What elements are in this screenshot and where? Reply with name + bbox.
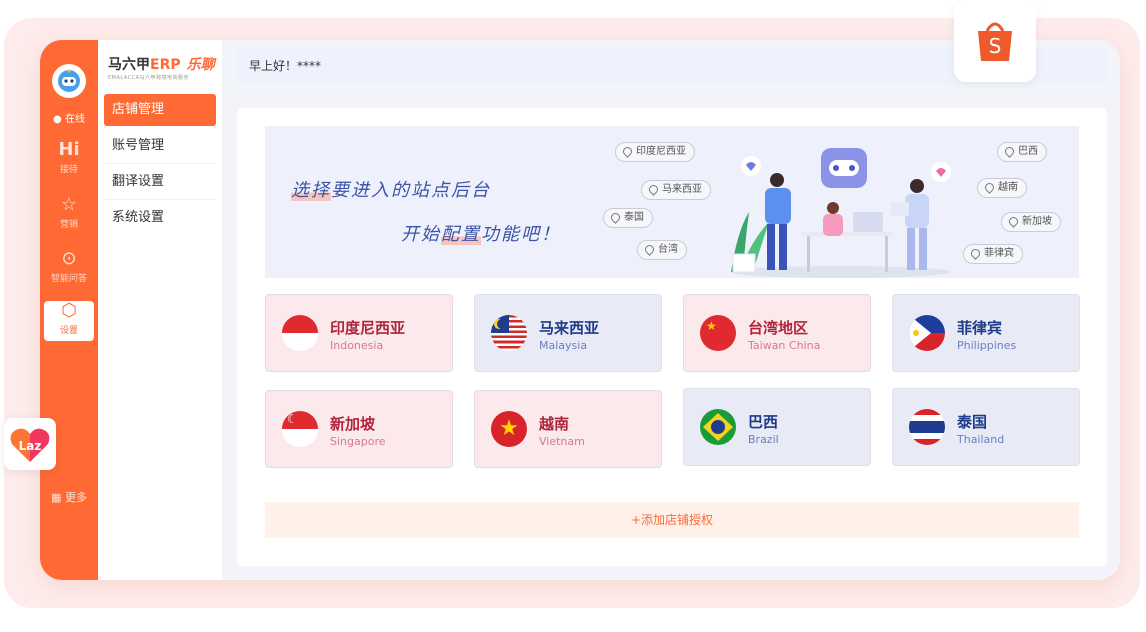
star-box-icon: ☆ xyxy=(60,194,78,215)
site-name-en: Vietnam xyxy=(539,435,585,448)
lazada-heart-icon: Laz xyxy=(10,428,50,462)
brand-logo: 马六甲ERP 乐聊 EMALACCA马六甲跨境电商服务 xyxy=(108,54,215,81)
brand-erp: ERP xyxy=(150,57,181,73)
map-pin-tag: 马来西亚 xyxy=(641,180,711,200)
team-illustration xyxy=(731,148,951,278)
singapore-flag-icon: ☾ xyxy=(282,411,318,447)
site-card-vietnam[interactable]: ★ 越南 Vietnam xyxy=(474,390,662,468)
chat-bubble-icon: ⊙ xyxy=(61,248,77,269)
vietnam-flag-icon: ★ xyxy=(491,411,527,447)
app-window: ● 在线 Hi 接待 ☆ 营销 ⊙ 智能问答 ⬡ 设置 ▦ 更多 马六甲ERP 乐… xyxy=(40,40,1120,580)
menu-item-account-management[interactable]: 账号管理 xyxy=(104,130,216,162)
menu-item-system-settings[interactable]: 系统设置 xyxy=(104,202,216,234)
site-name-en: Philippines xyxy=(957,339,1017,352)
left-rail: ● 在线 Hi 接待 ☆ 营销 ⊙ 智能问答 ⬡ 设置 ▦ 更多 xyxy=(40,40,98,580)
lazada-label: Laz xyxy=(19,439,42,453)
brand-partner: 乐聊 xyxy=(186,57,215,73)
banner-slogan-2: 开始配置功能吧！ xyxy=(401,220,561,246)
site-name-en: Singapore xyxy=(330,435,386,448)
menu-divider xyxy=(104,163,216,164)
site-name-en: Indonesia xyxy=(330,339,384,352)
site-name-cn: 泰国 xyxy=(957,413,988,431)
site-card-singapore[interactable]: ☾ 新加坡 Singapore xyxy=(265,390,453,468)
site-card-taiwan[interactable]: ★ 台湾地区 Taiwan China xyxy=(683,294,871,372)
shop-panel: 选择要进入的站点后台 开始配置功能吧！ 印度尼西亚 马来西亚 泰国 台湾 巴西 … xyxy=(237,108,1107,566)
site-name-cn: 越南 xyxy=(539,415,570,433)
site-name-en: Thailand xyxy=(957,433,1005,446)
map-pin-tag: 巴西 xyxy=(997,142,1047,162)
site-name-en: Taiwan China xyxy=(748,339,821,352)
brazil-flag-icon xyxy=(700,409,736,445)
more-button[interactable]: ▦ 更多 xyxy=(40,489,98,505)
site-name-cn: 巴西 xyxy=(748,413,779,431)
hi-icon: Hi xyxy=(58,139,80,160)
philippines-flag-icon xyxy=(909,315,945,351)
rail-item-label: 接待 xyxy=(59,165,78,175)
site-name-cn: 台湾地区 xyxy=(748,319,809,337)
rail-item-label: 设置 xyxy=(59,326,78,336)
malaysia-flag-icon xyxy=(491,315,527,351)
site-banner: 选择要进入的站点后台 开始配置功能吧！ 印度尼西亚 马来西亚 泰国 台湾 巴西 … xyxy=(265,126,1079,278)
map-pin-tag: 印度尼西亚 xyxy=(615,142,695,162)
menu-divider xyxy=(104,199,216,200)
map-pin-tag: 泰国 xyxy=(603,208,653,228)
rail-item-label: 营销 xyxy=(59,220,78,230)
rail-item-label: 智能问答 xyxy=(50,274,87,284)
shopee-badge[interactable]: S xyxy=(954,0,1036,82)
more-label: 更多 xyxy=(64,491,87,504)
main-content: 早上好！**** 选择要进入的站点后台 开始配置功能吧！ 印度尼西亚 马来西亚 … xyxy=(222,40,1120,580)
brand-tagline: EMALACCA马六甲跨境电商服务 xyxy=(108,75,190,81)
add-shop-authorization-button[interactable]: +添加店铺授权 xyxy=(265,502,1079,538)
site-name-cn: 印度尼西亚 xyxy=(330,319,406,337)
menu-item-shop-management[interactable]: 店铺管理 xyxy=(104,94,216,126)
slogan-highlight: 配置 xyxy=(441,224,481,245)
site-name-cn: 马来西亚 xyxy=(539,319,600,337)
map-pin-tag: 台湾 xyxy=(637,240,687,260)
indonesia-flag-icon xyxy=(282,315,318,351)
slogan-text: 功能吧！ xyxy=(481,224,561,245)
site-name-cn: 新加坡 xyxy=(330,415,376,433)
slogan-highlight: 选择 xyxy=(291,180,331,201)
menu-item-translation-settings[interactable]: 翻译设置 xyxy=(104,166,216,198)
map-pin-tag: 菲律宾 xyxy=(963,244,1023,264)
online-status-label: 在线 xyxy=(64,114,85,125)
rail-item-settings[interactable]: ⬡ 设置 xyxy=(44,301,94,341)
map-pin-tag: 新加坡 xyxy=(1001,212,1061,232)
grid-icon: ▦ xyxy=(51,491,62,504)
slogan-text: 要进入的站点后台 xyxy=(331,180,491,201)
rail-item-reception[interactable]: Hi 接待 xyxy=(44,140,94,180)
site-card-malaysia[interactable]: 马来西亚 Malaysia xyxy=(474,294,662,372)
site-card-brazil[interactable]: 巴西 Brazil xyxy=(683,388,871,466)
site-card-thailand[interactable]: 泰国 Thailand xyxy=(892,388,1080,466)
banner-slogan-1: 选择要进入的站点后台 xyxy=(291,176,491,202)
rail-item-smart-qa[interactable]: ⊙ 智能问答 xyxy=(44,249,94,289)
taiwan-flag-icon: ★ xyxy=(700,315,736,351)
lazada-badge[interactable]: Laz xyxy=(4,418,56,470)
map-pin-tag: 越南 xyxy=(977,178,1027,198)
settings-menu: 马六甲ERP 乐聊 EMALACCA马六甲跨境电商服务 店铺管理 账号管理 翻译设… xyxy=(98,40,222,580)
shopee-letter: S xyxy=(989,34,1002,58)
shopee-bag-icon: S xyxy=(978,22,1012,61)
brand-name: 马六甲 xyxy=(108,57,150,73)
rail-item-marketing[interactable]: ☆ 营销 xyxy=(44,195,94,235)
site-card-indonesia[interactable]: 印度尼西亚 Indonesia xyxy=(265,294,453,372)
online-status: ● 在线 xyxy=(53,114,85,125)
robot-avatar-icon[interactable] xyxy=(52,64,86,98)
slogan-text: 开始 xyxy=(401,224,441,245)
site-name-en: Malaysia xyxy=(539,339,588,352)
site-name-cn: 菲律宾 xyxy=(957,319,1003,337)
site-card-philippines[interactable]: 菲律宾 Philippines xyxy=(892,294,1080,372)
site-name-en: Brazil xyxy=(748,433,779,446)
settings-icon: ⬡ xyxy=(61,300,77,321)
thailand-flag-icon xyxy=(909,409,945,445)
